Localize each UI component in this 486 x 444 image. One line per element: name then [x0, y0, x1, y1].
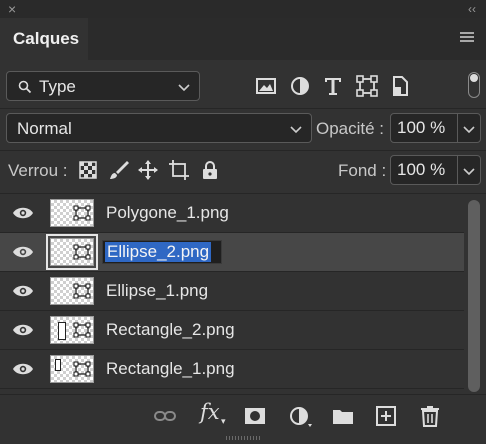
layer-row[interactable]: Ellipse_1.png — [0, 272, 464, 311]
shape-filter-icon[interactable] — [355, 74, 379, 98]
fx-dropdown-indicator: ▾ — [221, 416, 226, 426]
blend-mode-select[interactable]: Normal — [6, 113, 312, 143]
layer-row[interactable]: Polygone_1.png — [0, 194, 464, 233]
layers-panel: × ‹‹ Calques Type Normal Opacité: 100 %… — [0, 0, 486, 444]
divider — [0, 150, 486, 151]
chevron-down-icon — [178, 84, 190, 92]
panel-menu-icon[interactable] — [460, 32, 474, 44]
eye-icon[interactable] — [12, 245, 34, 259]
type-filter-icon[interactable] — [321, 74, 345, 98]
chevron-down-icon — [463, 168, 475, 176]
layers-list: Polygone_1.png Ellipse_2.png Ellipse_1.p… — [0, 194, 466, 390]
tab-bar: Calques — [0, 18, 486, 60]
eye-icon[interactable] — [12, 284, 34, 298]
lock-all-icon[interactable] — [199, 159, 221, 181]
shape-layer-icon — [73, 322, 91, 338]
eye-icon[interactable] — [12, 362, 34, 376]
resize-grip[interactable] — [226, 436, 260, 440]
opacity-label: Opacité : — [316, 119, 385, 138]
eye-icon[interactable] — [12, 323, 34, 337]
layers-scrollbar[interactable] — [468, 200, 480, 392]
layer-name[interactable]: Ellipse_1.png — [106, 281, 208, 301]
fx-icon[interactable]: fx — [200, 400, 220, 424]
shape-layer-icon — [73, 244, 91, 260]
layer-name[interactable]: Polygone_1.png — [106, 203, 229, 223]
rectangle-shape-preview — [58, 322, 66, 340]
shape-layer-icon — [73, 361, 91, 377]
lock-artboard-icon[interactable] — [168, 159, 190, 181]
lock-label: Verrou : — [8, 161, 68, 180]
add-mask-icon[interactable] — [243, 404, 267, 428]
opacity-dropdown[interactable] — [457, 113, 481, 143]
shape-layer-icon — [73, 283, 91, 299]
chevron-down-icon — [463, 126, 475, 134]
layer-row-selected[interactable]: Ellipse_2.png — [0, 233, 464, 272]
lock-image-pixels-icon[interactable] — [108, 159, 130, 181]
panel-top-strip: × ‹‹ — [0, 0, 486, 18]
layer-row[interactable]: Rectangle_1.png — [0, 350, 464, 389]
lock-position-icon[interactable] — [137, 159, 159, 181]
close-icon[interactable]: × — [8, 1, 16, 17]
chevron-down-icon — [290, 126, 302, 134]
opacity-input[interactable]: 100 % — [390, 113, 458, 143]
layer-thumbnail — [50, 277, 94, 305]
layer-name[interactable]: Rectangle_1.png — [106, 359, 235, 379]
image-filter-icon[interactable] — [254, 74, 278, 98]
rectangle-shape-preview — [55, 359, 61, 371]
filter-kind-label: Type — [39, 77, 76, 96]
layer-name-selected-text: Ellipse_2.png — [105, 242, 212, 262]
layer-name[interactable]: Rectangle_2.png — [106, 320, 235, 340]
eye-icon[interactable] — [12, 206, 34, 220]
fill-dropdown[interactable] — [457, 155, 481, 185]
layer-row[interactable]: Rectangle_2.png — [0, 311, 464, 350]
new-group-icon[interactable] — [331, 404, 355, 428]
lock-transparent-pixels-icon[interactable] — [77, 159, 99, 181]
layer-thumbnail — [50, 316, 94, 344]
search-icon — [18, 80, 32, 94]
layer-name-edit-field[interactable]: Ellipse_2.png — [102, 240, 222, 264]
layer-thumbnail — [50, 199, 94, 227]
tab-layers[interactable]: Calques — [0, 18, 88, 60]
adjustment-layer-icon[interactable] — [288, 404, 312, 428]
fill-label: Fond : — [338, 161, 387, 180]
new-layer-icon[interactable] — [374, 404, 398, 428]
layer-thumbnail — [46, 234, 98, 270]
blend-mode-value: Normal — [17, 119, 72, 138]
divider — [0, 108, 486, 109]
filter-toggle[interactable] — [468, 72, 480, 98]
shape-layer-icon — [73, 205, 91, 221]
filter-kind-select[interactable]: Type — [6, 71, 200, 101]
delete-layer-icon[interactable] — [418, 404, 442, 428]
smart-object-filter-icon[interactable] — [388, 74, 412, 98]
link-layers-icon[interactable] — [153, 404, 177, 428]
fill-input[interactable]: 100 % — [390, 155, 458, 185]
layer-thumbnail — [50, 355, 94, 383]
adjustment-filter-icon[interactable] — [288, 74, 312, 98]
collapse-icon[interactable]: ‹‹ — [468, 1, 476, 17]
